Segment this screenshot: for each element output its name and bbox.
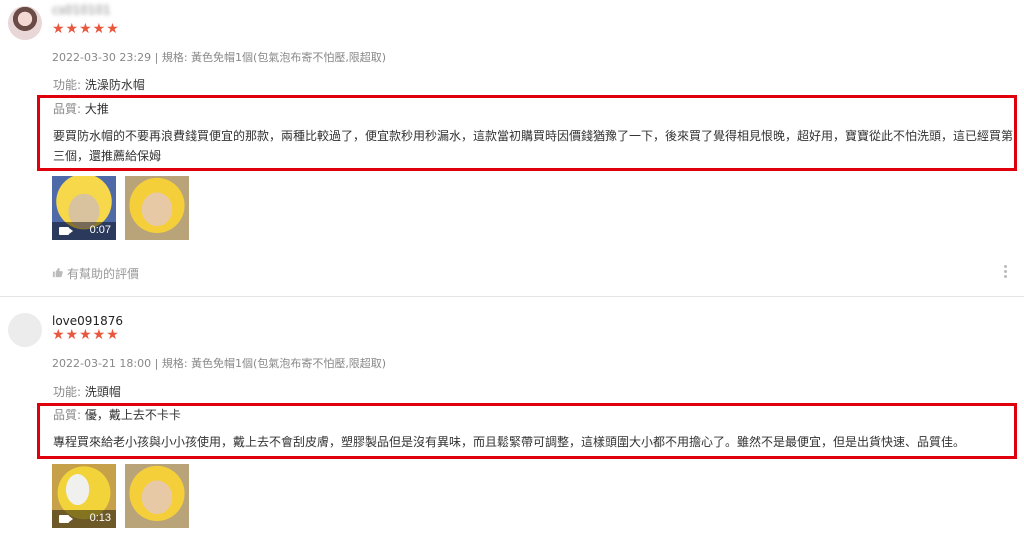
video-bar: 0:13 [52,510,116,528]
rating-stars: ★★★★★ [52,327,120,343]
thumbs-up-icon [52,267,64,281]
helpful-button[interactable]: 有幫助的評價 [52,265,139,282]
review-card: cs010101 ★★★★★ 2022-03-30 23:29 | 規格: 黃色… [0,0,1024,296]
function-value: 洗澡防水帽 [84,78,145,92]
review-body: 要買防水帽的不要再浪費錢買便宜的那款，兩種比較過了，便宜款秒用秒漏水，這款當初購… [53,129,1014,163]
video-bar: 0:07 [52,222,116,240]
reviewer-username[interactable]: love091876 [52,314,123,328]
avatar[interactable] [8,313,42,347]
function-value: 洗頭帽 [84,385,121,399]
reviewer-username[interactable]: cs010101 [52,3,111,17]
quality-attribute: 品質: 優，戴上去不卡卡 [53,406,181,423]
quality-value: 大推 [84,102,109,116]
review-card: love091876 ★★★★★ 2022-03-21 18:00 | 規格: … [0,297,1024,548]
quality-value: 優，戴上去不卡卡 [84,408,181,422]
camera-icon [59,515,73,523]
quality-attribute: 品質: 大推 [53,100,109,117]
quality-label: 品質: [53,102,85,116]
avatar[interactable] [8,6,42,40]
more-options-icon[interactable] [1003,265,1009,281]
function-attribute: 功能: 洗澡防水帽 [53,76,145,93]
review-meta: 2022-03-21 18:00 | 規格: 黃色免帽1個(包氣泡布寄不怕壓,限… [52,357,387,370]
review-body: 專程買來給老小孩與小小孩使用，戴上去不會刮皮膚，塑膠製品但是沒有異味，而且鬆緊帶… [53,435,966,449]
rating-stars: ★★★★★ [52,21,120,37]
quality-label: 品質: [53,408,85,422]
review-meta: 2022-03-30 23:29 | 規格: 黃色免帽1個(包氣泡布寄不怕壓,限… [52,51,387,64]
function-attribute: 功能: 洗頭帽 [53,383,121,400]
review-image-thumbnail[interactable] [125,464,189,528]
review-video-thumbnail[interactable]: 0:07 [52,176,116,240]
function-label: 功能: [53,78,85,92]
review-video-thumbnail[interactable]: 0:13 [52,464,116,528]
video-duration: 0:07 [89,224,111,236]
review-image-thumbnail[interactable] [125,176,189,240]
camera-icon [59,227,73,235]
helpful-label: 有幫助的評價 [67,267,140,281]
video-duration: 0:13 [89,512,111,524]
function-label: 功能: [53,385,85,399]
